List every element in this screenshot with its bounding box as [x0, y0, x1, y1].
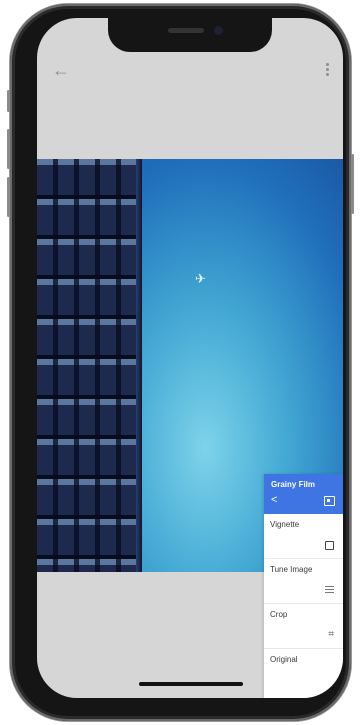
- vignette-icon: [325, 541, 334, 550]
- stack-item-tune-image[interactable]: Tune Image: [264, 559, 343, 604]
- notch: [108, 18, 272, 52]
- power-button: [351, 154, 354, 214]
- active-filter-header[interactable]: Grainy Film <: [264, 474, 343, 514]
- crop-icon: ⌗: [328, 629, 334, 640]
- building-facade: [37, 159, 142, 572]
- stack-item-vignette[interactable]: Vignette: [264, 514, 343, 559]
- sliders-icon: [325, 584, 334, 595]
- volume-down-button: [7, 177, 10, 217]
- top-bar: ←: [37, 54, 343, 84]
- arrow-left-icon[interactable]: ←: [49, 58, 73, 82]
- volume-up-button: [7, 129, 10, 169]
- active-filter-title: Grainy Film: [271, 480, 316, 489]
- home-indicator[interactable]: [139, 682, 243, 686]
- filter-stack-panel: Grainy Film < Vignette Tune Image Crop ⌗…: [264, 474, 343, 698]
- airplane-in-sky: ✈: [195, 271, 206, 286]
- stack-item-crop[interactable]: Crop ⌗: [264, 604, 343, 649]
- front-camera: [214, 26, 223, 35]
- phone-screen: ← ✈ Grainy Film < Vignette Tune Image Cr…: [37, 18, 343, 698]
- stack-item-label: Original: [270, 655, 298, 664]
- stack-item-label: Crop: [270, 610, 288, 619]
- speaker: [168, 28, 204, 33]
- stack-item-original[interactable]: Original: [264, 649, 343, 693]
- stack-item-label: Tune Image: [270, 565, 313, 574]
- silent-switch: [7, 90, 10, 112]
- more-vertical-icon[interactable]: [319, 62, 335, 78]
- stack-item-label: Vignette: [270, 520, 300, 529]
- compare-icon[interactable]: [324, 496, 335, 506]
- chevron-left-icon[interactable]: <: [271, 494, 277, 506]
